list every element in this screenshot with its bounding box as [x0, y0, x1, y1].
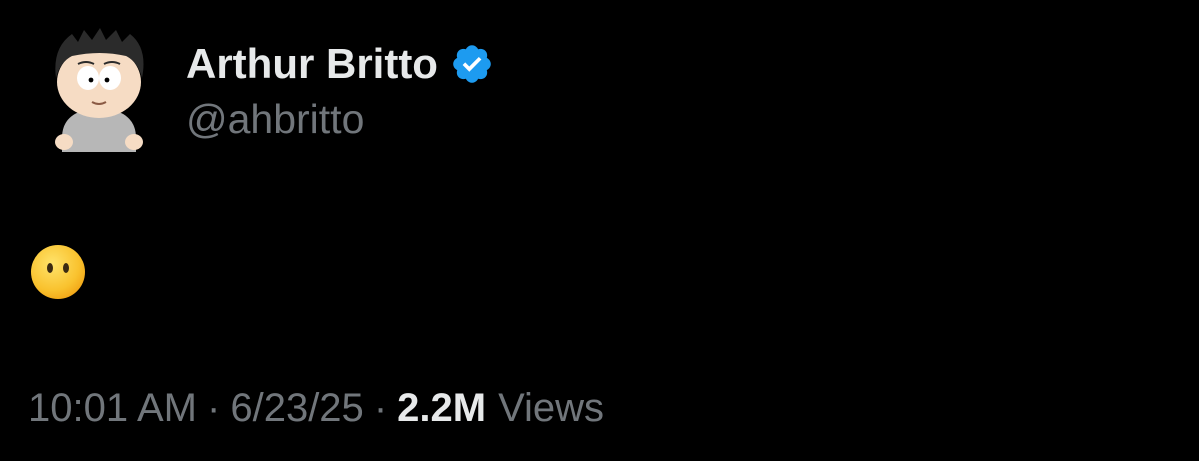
author-block: Arthur Britto @ahbritto [186, 36, 886, 143]
south-park-character-avatar-icon [55, 28, 144, 152]
meta-separator: · [207, 386, 221, 430]
author-display-name[interactable]: Arthur Britto [186, 40, 438, 88]
post-meta: 10:01 AM · 6/23/25 · 2.2M Views [28, 386, 604, 431]
post-content [28, 242, 92, 306]
verified-badge-icon[interactable] [450, 42, 494, 86]
avatar[interactable] [44, 20, 154, 160]
author-handle[interactable]: @ahbritto [186, 96, 886, 143]
post-time[interactable]: 10:01 AM [28, 386, 197, 431]
views-count[interactable]: 2.2M [397, 386, 486, 431]
face-without-mouth-emoji-icon [31, 245, 85, 299]
author-name-row: Arthur Britto [186, 36, 886, 92]
post-date[interactable]: 6/23/25 [230, 386, 363, 431]
meta-separator: · [373, 386, 388, 430]
views-label[interactable]: Views [498, 386, 604, 431]
tweet-card: Arthur Britto @ahbritto 10:01 AM · 6/23/… [0, 0, 1199, 461]
